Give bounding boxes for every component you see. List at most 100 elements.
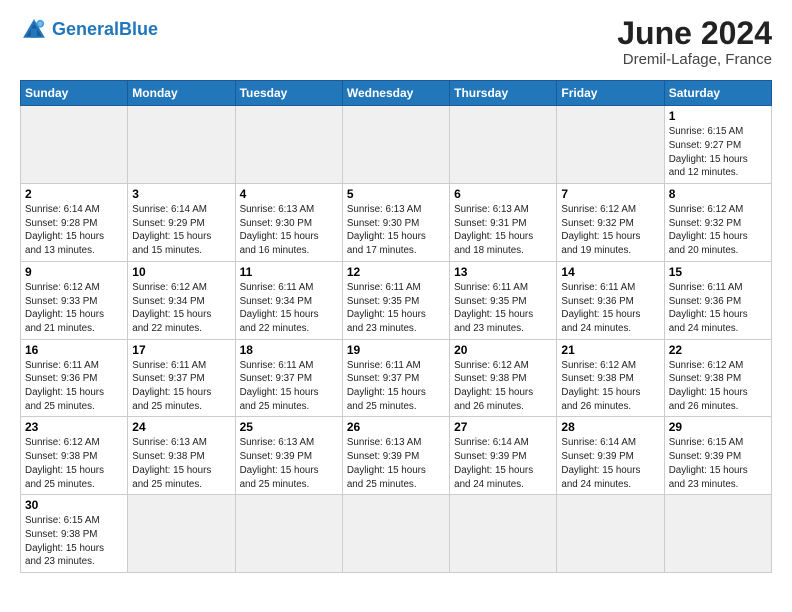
day-info: Sunrise: 6:11 AM Sunset: 9:36 PM Dayligh…: [561, 281, 659, 336]
day-number: 5: [347, 187, 445, 201]
calendar-day: 8 Sunrise: 6:12 AM Sunset: 9:32 PM Daylig…: [664, 184, 771, 262]
logo: GeneralBlue: [20, 16, 158, 44]
calendar-day: 10 Sunrise: 6:12 AM Sunset: 9:34 PM Dayli…: [128, 261, 235, 339]
calendar-day: [235, 106, 342, 184]
calendar-week-row: 9Sunrise: 6:12 AM Sunset: 9:33 PM Daylig…: [21, 261, 772, 339]
calendar-week-row: 1 Sunrise: 6:15 AM Sunset: 9:27 PM Daylig…: [21, 106, 772, 184]
calendar-day: 2 Sunrise: 6:14 AM Sunset: 9:28 PM Daylig…: [21, 184, 128, 262]
day-info: Sunrise: 6:15 AM Sunset: 9:38 PM Dayligh…: [25, 514, 123, 569]
calendar-day: 27Sunrise: 6:14 AM Sunset: 9:39 PM Dayli…: [450, 417, 557, 495]
calendar-day: 28Sunrise: 6:14 AM Sunset: 9:39 PM Dayli…: [557, 417, 664, 495]
day-info: Sunrise: 6:11 AM Sunset: 9:35 PM Dayligh…: [454, 281, 552, 336]
header: GeneralBlue June 2024 Dremil-Lafage, Fra…: [20, 16, 772, 68]
day-info: Sunrise: 6:12 AM Sunset: 9:32 PM Dayligh…: [561, 203, 659, 258]
calendar-day: 29 Sunrise: 6:15 AM Sunset: 9:39 PM Dayli…: [664, 417, 771, 495]
calendar-day: 7 Sunrise: 6:12 AM Sunset: 9:32 PM Daylig…: [557, 184, 664, 262]
calendar-day: [342, 495, 449, 573]
logo-text: GeneralBlue: [52, 20, 158, 40]
calendar-day: 12 Sunrise: 6:11 AM Sunset: 9:35 PM Dayli…: [342, 261, 449, 339]
calendar: SundayMondayTuesdayWednesdayThursdayFrid…: [20, 80, 772, 573]
day-number: 17: [132, 343, 230, 357]
calendar-day: [21, 106, 128, 184]
calendar-day: 11 Sunrise: 6:11 AM Sunset: 9:34 PM Dayli…: [235, 261, 342, 339]
calendar-day: [128, 495, 235, 573]
day-number: 7: [561, 187, 659, 201]
day-number: 29: [669, 420, 767, 434]
day-number: 4: [240, 187, 338, 201]
calendar-week-row: 23Sunrise: 6:12 AM Sunset: 9:38 PM Dayli…: [21, 417, 772, 495]
day-number: 8: [669, 187, 767, 201]
col-header-friday: Friday: [557, 81, 664, 106]
calendar-day: [342, 106, 449, 184]
calendar-day: 5 Sunrise: 6:13 AM Sunset: 9:30 PM Daylig…: [342, 184, 449, 262]
day-number: 24: [132, 420, 230, 434]
day-info: Sunrise: 6:12 AM Sunset: 9:32 PM Dayligh…: [669, 203, 767, 258]
calendar-day: 4 Sunrise: 6:13 AM Sunset: 9:30 PM Daylig…: [235, 184, 342, 262]
day-info: Sunrise: 6:12 AM Sunset: 9:38 PM Dayligh…: [25, 436, 123, 491]
day-number: 26: [347, 420, 445, 434]
day-info: Sunrise: 6:13 AM Sunset: 9:39 PM Dayligh…: [347, 436, 445, 491]
calendar-day: 17Sunrise: 6:11 AM Sunset: 9:37 PM Dayli…: [128, 339, 235, 417]
day-number: 11: [240, 265, 338, 279]
calendar-day: 30Sunrise: 6:15 AM Sunset: 9:38 PM Dayli…: [21, 495, 128, 573]
day-number: 14: [561, 265, 659, 279]
calendar-week-row: 16 Sunrise: 6:11 AM Sunset: 9:36 PM Dayli…: [21, 339, 772, 417]
day-info: Sunrise: 6:11 AM Sunset: 9:36 PM Dayligh…: [25, 359, 123, 414]
day-number: 16: [25, 343, 123, 357]
day-info: Sunrise: 6:11 AM Sunset: 9:37 PM Dayligh…: [240, 359, 338, 414]
day-info: Sunrise: 6:11 AM Sunset: 9:35 PM Dayligh…: [347, 281, 445, 336]
day-info: Sunrise: 6:12 AM Sunset: 9:38 PM Dayligh…: [669, 359, 767, 414]
calendar-day: [557, 106, 664, 184]
day-number: 28: [561, 420, 659, 434]
day-info: Sunrise: 6:11 AM Sunset: 9:36 PM Dayligh…: [669, 281, 767, 336]
page: GeneralBlue June 2024 Dremil-Lafage, Fra…: [0, 0, 792, 593]
day-info: Sunrise: 6:14 AM Sunset: 9:29 PM Dayligh…: [132, 203, 230, 258]
calendar-day: 1 Sunrise: 6:15 AM Sunset: 9:27 PM Daylig…: [664, 106, 771, 184]
day-info: Sunrise: 6:11 AM Sunset: 9:34 PM Dayligh…: [240, 281, 338, 336]
calendar-week-row: 30Sunrise: 6:15 AM Sunset: 9:38 PM Dayli…: [21, 495, 772, 573]
calendar-day: 6Sunrise: 6:13 AM Sunset: 9:31 PM Daylig…: [450, 184, 557, 262]
day-number: 1: [669, 109, 767, 123]
col-header-thursday: Thursday: [450, 81, 557, 106]
day-info: Sunrise: 6:13 AM Sunset: 9:39 PM Dayligh…: [240, 436, 338, 491]
calendar-day: 25 Sunrise: 6:13 AM Sunset: 9:39 PM Dayli…: [235, 417, 342, 495]
calendar-day: 18 Sunrise: 6:11 AM Sunset: 9:37 PM Dayli…: [235, 339, 342, 417]
calendar-day: [235, 495, 342, 573]
title-block: June 2024 Dremil-Lafage, France: [617, 16, 772, 68]
day-number: 22: [669, 343, 767, 357]
location: Dremil-Lafage, France: [617, 51, 772, 68]
day-number: 25: [240, 420, 338, 434]
day-info: Sunrise: 6:12 AM Sunset: 9:34 PM Dayligh…: [132, 281, 230, 336]
day-number: 18: [240, 343, 338, 357]
day-number: 2: [25, 187, 123, 201]
col-header-tuesday: Tuesday: [235, 81, 342, 106]
calendar-day: 20Sunrise: 6:12 AM Sunset: 9:38 PM Dayli…: [450, 339, 557, 417]
calendar-day: 22 Sunrise: 6:12 AM Sunset: 9:38 PM Dayli…: [664, 339, 771, 417]
logo-general: General: [52, 19, 119, 39]
day-info: Sunrise: 6:14 AM Sunset: 9:39 PM Dayligh…: [454, 436, 552, 491]
calendar-day: 9Sunrise: 6:12 AM Sunset: 9:33 PM Daylig…: [21, 261, 128, 339]
day-number: 9: [25, 265, 123, 279]
col-header-saturday: Saturday: [664, 81, 771, 106]
day-info: Sunrise: 6:12 AM Sunset: 9:38 PM Dayligh…: [454, 359, 552, 414]
day-number: 10: [132, 265, 230, 279]
calendar-day: [557, 495, 664, 573]
day-info: Sunrise: 6:13 AM Sunset: 9:30 PM Dayligh…: [347, 203, 445, 258]
day-info: Sunrise: 6:11 AM Sunset: 9:37 PM Dayligh…: [347, 359, 445, 414]
calendar-day: 14 Sunrise: 6:11 AM Sunset: 9:36 PM Dayli…: [557, 261, 664, 339]
col-header-monday: Monday: [128, 81, 235, 106]
day-number: 19: [347, 343, 445, 357]
calendar-day: 16 Sunrise: 6:11 AM Sunset: 9:36 PM Dayli…: [21, 339, 128, 417]
col-header-sunday: Sunday: [21, 81, 128, 106]
month-title: June 2024: [617, 16, 772, 51]
col-header-wednesday: Wednesday: [342, 81, 449, 106]
day-number: 12: [347, 265, 445, 279]
day-info: Sunrise: 6:14 AM Sunset: 9:28 PM Dayligh…: [25, 203, 123, 258]
day-number: 6: [454, 187, 552, 201]
logo-blue: Blue: [119, 19, 158, 39]
day-info: Sunrise: 6:15 AM Sunset: 9:39 PM Dayligh…: [669, 436, 767, 491]
day-info: Sunrise: 6:13 AM Sunset: 9:30 PM Dayligh…: [240, 203, 338, 258]
day-info: Sunrise: 6:15 AM Sunset: 9:27 PM Dayligh…: [669, 125, 767, 180]
calendar-day: 21Sunrise: 6:12 AM Sunset: 9:38 PM Dayli…: [557, 339, 664, 417]
calendar-week-row: 2 Sunrise: 6:14 AM Sunset: 9:28 PM Daylig…: [21, 184, 772, 262]
